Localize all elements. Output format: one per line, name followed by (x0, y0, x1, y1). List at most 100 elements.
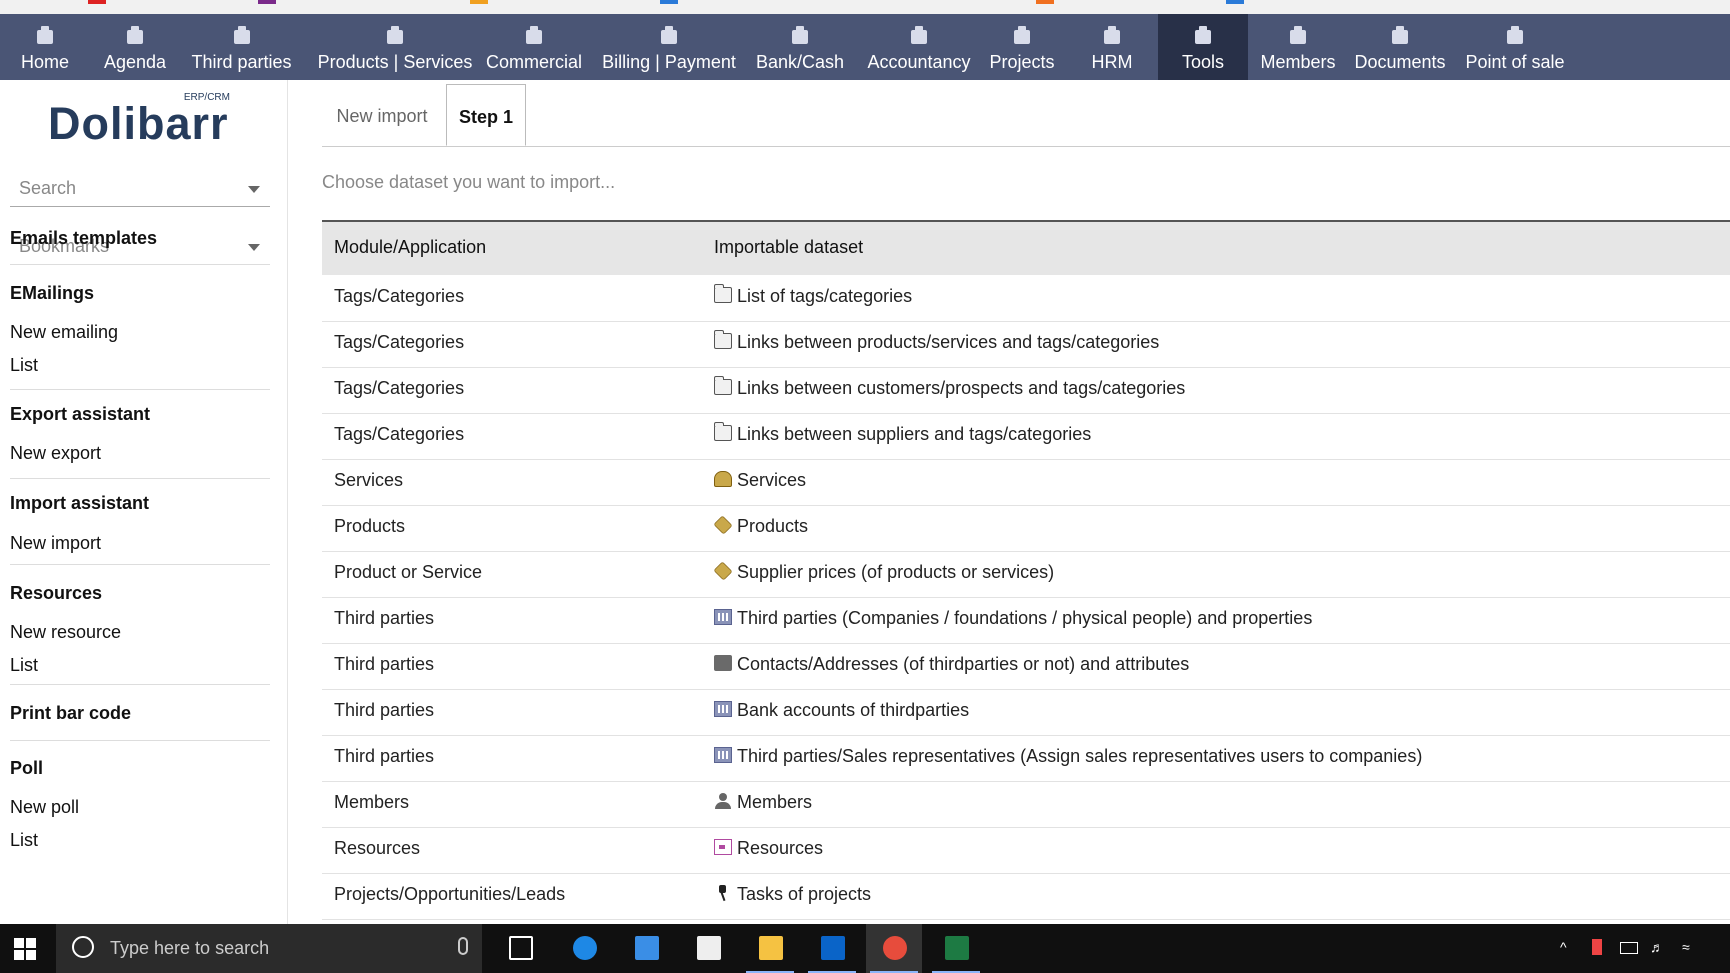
sidebar-section-poll[interactable]: Poll (10, 758, 43, 779)
bookmark-icon[interactable] (1036, 0, 1054, 4)
dataset-label: Third parties (Companies / foundations /… (737, 608, 1313, 628)
cell-dataset[interactable]: Supplier prices (of products or services… (713, 561, 1054, 583)
chrome-icon[interactable] (866, 924, 922, 973)
menu-item-commercial[interactable]: Commercial (478, 14, 590, 80)
table-row[interactable]: Services Services (322, 459, 1730, 506)
tab-new-import[interactable]: New import (322, 84, 442, 146)
menu-item-accountancy[interactable]: Accountancy (856, 14, 982, 80)
cell-dataset[interactable]: Tasks of projects (714, 884, 871, 905)
sidebar-link-new-export[interactable]: New export (10, 443, 101, 464)
cell-dataset[interactable]: Links between suppliers and tags/categor… (714, 422, 1092, 445)
taskbar-search-box[interactable]: Type here to search (56, 924, 482, 973)
cell-dataset[interactable]: Services (714, 470, 806, 491)
cell-dataset[interactable]: Products (713, 515, 808, 537)
cell-dataset[interactable]: Third parties (Companies / foundations /… (714, 608, 1312, 629)
cell-dataset[interactable]: Members (714, 792, 812, 813)
wifi-icon[interactable]: ≈ (1682, 939, 1698, 955)
outlook-icon[interactable] (804, 924, 860, 973)
sidebar-link-list[interactable]: List (10, 655, 38, 676)
cell-dataset[interactable]: Links between products/services and tags… (714, 330, 1159, 353)
tab-step-1[interactable]: Step 1 (446, 84, 526, 146)
cell-dataset[interactable]: Third parties/Sales representatives (Ass… (714, 746, 1422, 767)
table-row[interactable]: Projects/Opportunities/Leads Tasks of pro… (322, 873, 1730, 920)
sidebar-link-new-resource[interactable]: New resource (10, 622, 121, 643)
excel-icon[interactable] (928, 924, 984, 973)
cell-dataset[interactable]: Contacts/Addresses (of thirdparties or n… (714, 654, 1189, 675)
menu-item-billing-payment[interactable]: Billing | Payment (592, 14, 746, 80)
windows-start-icon[interactable] (14, 938, 36, 960)
bookmark-icon[interactable] (258, 0, 276, 4)
cell-dataset[interactable]: Bank accounts of thirdparties (714, 700, 969, 721)
menu-item-point-of-sale[interactable]: Point of sale (1456, 14, 1574, 80)
menu-item-home[interactable]: Home (0, 14, 90, 80)
microphone-icon[interactable] (458, 937, 468, 955)
bookmark-icon[interactable] (88, 0, 106, 4)
menu-item-projects[interactable]: Projects (982, 14, 1062, 80)
folder-icon (714, 284, 732, 303)
bank-icon (788, 24, 812, 46)
sidebar-section-emails-templates[interactable]: Emails templates (10, 228, 157, 249)
store-icon[interactable] (618, 924, 674, 973)
browser-bookmarks-bar (0, 0, 1730, 15)
sidebar-link-new-poll[interactable]: New poll (10, 797, 79, 818)
dataset-label: Links between suppliers and tags/categor… (737, 424, 1092, 444)
projects-icon (1010, 24, 1034, 46)
sidebar-section-resources[interactable]: Resources (10, 583, 102, 604)
alert-icon[interactable] (1592, 939, 1602, 955)
table-row[interactable]: Tags/Categories Links between suppliers a… (322, 413, 1730, 460)
cell-dataset[interactable]: Links between customers/prospects and ta… (714, 376, 1185, 399)
sidebar-section-emailings[interactable]: EMailings (10, 283, 94, 304)
table-row[interactable]: Products Products (322, 505, 1730, 552)
menu-item-bank-cash[interactable]: Bank/Cash (748, 14, 852, 80)
cell-module: Tags/Categories (334, 378, 465, 398)
sidebar-divider (10, 478, 270, 479)
dolibarr-logo[interactable]: Dolibarr ERP/CRM (48, 90, 238, 150)
menu-item-members[interactable]: Members (1250, 14, 1346, 80)
product-box-icon (713, 561, 733, 581)
sidebar-section-export-assistant[interactable]: Export assistant (10, 404, 150, 425)
menu-item-tools[interactable]: Tools (1158, 14, 1248, 80)
battery-icon[interactable] (1620, 942, 1638, 954)
dataset-label: Resources (737, 838, 824, 858)
mail-icon[interactable] (680, 924, 736, 973)
menu-item-products-services[interactable]: Products | Services (304, 14, 486, 80)
sidebar-link-list[interactable]: List (10, 355, 38, 376)
table-row[interactable]: Resources Resources (322, 827, 1730, 874)
cell-dataset[interactable]: List of tags/categories (714, 284, 912, 307)
menu-item-agenda[interactable]: Agenda (90, 14, 180, 80)
menu-item-label: Point of sale (1465, 52, 1565, 72)
table-row[interactable]: Tags/Categories Links between products/se… (322, 321, 1730, 368)
menu-item-hrm[interactable]: HRM (1068, 14, 1156, 80)
chevron-up-icon[interactable]: ^ (1560, 939, 1576, 955)
table-row[interactable]: Third parties Third parties (Companies / … (322, 597, 1730, 644)
menu-item-documents[interactable]: Documents (1348, 14, 1452, 80)
table-row[interactable]: Product or Service Supplier prices (of pr… (322, 551, 1730, 598)
cell-module: Products (334, 516, 406, 536)
table-row[interactable]: Tags/Categories Links between customers/p… (322, 367, 1730, 414)
table-row[interactable]: Third parties Contacts/Addresses (of thir… (322, 643, 1730, 690)
search-select[interactable]: Search (10, 172, 270, 207)
menu-item-third-parties[interactable]: Third parties (183, 14, 300, 80)
task-view-icon[interactable] (492, 924, 548, 973)
table-row[interactable]: Tags/Categories List of tags/categories (322, 275, 1730, 322)
sidebar-link-list[interactable]: List (10, 830, 38, 851)
bookmark-icon[interactable] (470, 0, 488, 4)
cell-dataset[interactable]: Resources (714, 838, 823, 859)
table-row[interactable]: Third parties Third parties/Sales represe… (322, 735, 1730, 782)
sidebar-section-import-assistant[interactable]: Import assistant (10, 493, 149, 514)
documents-icon (1388, 24, 1412, 46)
table-row[interactable]: Third parties Bank accounts of thirdparti… (322, 689, 1730, 736)
dataset-label: Services (737, 470, 807, 490)
bookmark-icon[interactable] (660, 0, 678, 4)
hrm-icon (1100, 24, 1124, 46)
sidebar-link-new-emailing[interactable]: New emailing (10, 322, 118, 343)
table-row[interactable]: Members Members (322, 781, 1730, 828)
sidebar-link-new-import[interactable]: New import (10, 533, 101, 554)
bookmark-icon[interactable] (1226, 0, 1244, 4)
sidebar-section-print-bar-code[interactable]: Print bar code (10, 703, 131, 724)
edge-icon[interactable] (556, 924, 612, 973)
volume-icon[interactable]: ♬ (1650, 939, 1666, 955)
member-icon (714, 793, 732, 809)
product-icon (383, 24, 407, 46)
file-explorer-icon[interactable] (742, 924, 798, 973)
